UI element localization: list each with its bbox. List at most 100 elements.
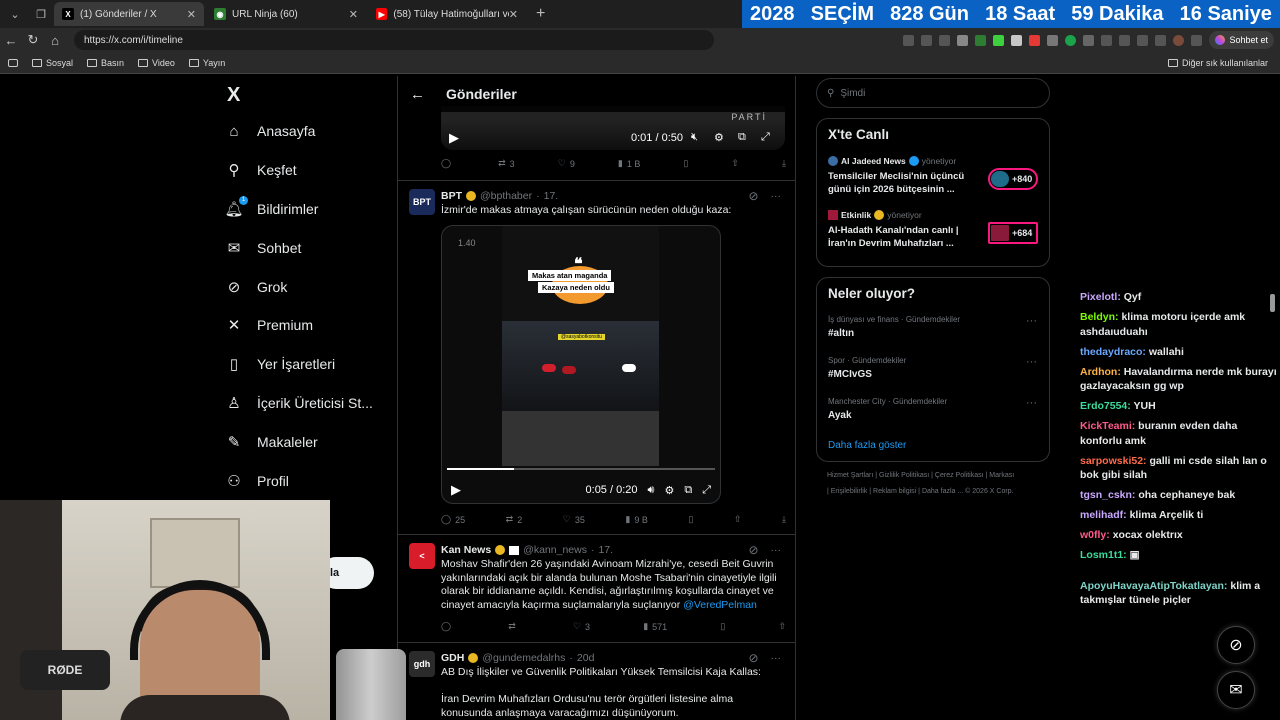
live-listener-pill[interactable]: +840 xyxy=(988,168,1038,190)
author-name[interactable]: GDH xyxy=(441,652,464,664)
author-name[interactable]: Kan News xyxy=(441,544,491,556)
nav-item-grok[interactable]: ⊘ Grok xyxy=(225,267,395,306)
footer-link[interactable]: Daha fazla ... xyxy=(922,488,963,495)
more-menu-icon[interactable] xyxy=(1155,34,1167,46)
trend-item[interactable]: İş dünyası ve finans · Gündemdekiler #alt… xyxy=(817,311,1049,352)
bookmark-folder-yayin[interactable]: Yayın xyxy=(188,58,225,68)
like-button[interactable]: ♡ 9 xyxy=(558,158,575,169)
fullscreen-icon[interactable]: ⤢ xyxy=(761,131,770,144)
extension-e-icon[interactable] xyxy=(1029,34,1041,46)
author-name[interactable]: BPT xyxy=(441,190,462,202)
post-bpt[interactable]: BPT BPT @bpthaber · 17. ⊘ ··· İzmir'de m… xyxy=(398,180,795,534)
nav-item-explore[interactable]: ⚲ Keşfet xyxy=(225,151,395,190)
nav-item-articles[interactable]: ✎ Makaleler xyxy=(225,422,395,461)
reader-icon[interactable] xyxy=(903,34,915,46)
avatar[interactable]: < xyxy=(409,543,435,569)
views-button[interactable]: ▮ 1 B xyxy=(618,158,640,169)
other-bookmarks[interactable]: Diğer sık kullanılanlar xyxy=(1167,58,1268,68)
nav-item-bookmarks[interactable]: ▯ Yer İşaretleri xyxy=(225,345,395,384)
post-time[interactable]: 17. xyxy=(598,544,613,556)
extension-a-icon[interactable] xyxy=(957,34,969,46)
back-icon[interactable]: ← xyxy=(0,33,22,48)
fullscreen-icon[interactable]: ⤢ xyxy=(702,484,711,497)
tab-actions-icon[interactable]: ❐ xyxy=(30,3,52,25)
tab-close-icon[interactable]: ✕ xyxy=(187,8,196,21)
more-options-icon[interactable]: ··· xyxy=(771,190,782,202)
settings-gear-icon[interactable]: ⚙ xyxy=(664,484,674,497)
reply-button[interactable]: ◯ 25 xyxy=(441,514,465,525)
extension-d-icon[interactable] xyxy=(1011,34,1023,46)
more-options-icon[interactable]: ··· xyxy=(1026,356,1037,368)
pip-icon[interactable]: ⧉ xyxy=(738,131,746,144)
author-handle[interactable]: @kann_news xyxy=(523,544,587,556)
nav-item-messages[interactable]: ✉ Sohbet xyxy=(225,228,395,267)
extensions-puzzle-icon[interactable] xyxy=(1083,34,1095,46)
share-button[interactable]: ⇧ xyxy=(731,158,739,169)
live-listener-pill[interactable]: +684 xyxy=(988,222,1038,244)
download-button[interactable]: ⤓ xyxy=(782,158,786,169)
nav-item-notifications[interactable]: 🔔︎ 1 Bildirimler xyxy=(224,190,395,229)
extension-f-icon[interactable] xyxy=(1047,34,1059,46)
avatar[interactable]: BPT xyxy=(409,189,435,215)
volume-icon[interactable]: 🔊︎ xyxy=(648,484,655,497)
favorite-star-icon[interactable] xyxy=(939,34,951,46)
mute-icon[interactable]: 🔇︎ xyxy=(691,131,698,144)
browser-tab-youtube[interactable]: ▶ (58) Tülay Hatimoğulları ve Tuncer... … xyxy=(368,2,526,26)
play-icon[interactable]: ▶ xyxy=(451,482,461,498)
new-tab-icon[interactable]: + xyxy=(536,5,545,23)
extension-g-icon[interactable] xyxy=(1065,34,1077,46)
nav-item-creator-studio[interactable]: ♙ İçerik Üreticisi St... xyxy=(225,384,395,423)
reply-button[interactable]: ◯ xyxy=(441,621,455,632)
play-icon[interactable]: ▶ xyxy=(449,130,459,146)
views-button[interactable]: ▮ 571 xyxy=(643,621,667,632)
pip-icon[interactable]: ⧉ xyxy=(684,484,692,497)
like-button[interactable]: ♡ 3 xyxy=(573,621,590,632)
collections-icon[interactable] xyxy=(1137,34,1149,46)
x-logo-icon[interactable]: X xyxy=(227,84,395,106)
page-scrollbar[interactable] xyxy=(1270,294,1275,312)
split-screen-icon[interactable] xyxy=(1101,34,1113,46)
repost-button[interactable]: ⇄ 3 xyxy=(498,158,515,169)
show-more-link[interactable]: Daha fazla göster xyxy=(817,434,1049,455)
back-arrow-icon[interactable]: ← xyxy=(410,86,432,103)
settings-gear-icon[interactable]: ⚙ xyxy=(714,131,724,144)
footer-link[interactable]: Erişilebilirlik xyxy=(831,488,868,495)
repost-button[interactable]: ⇄ xyxy=(508,621,520,632)
trend-item[interactable]: Manchester City · Gündemdekiler Ayak ··· xyxy=(817,393,1049,434)
post-video[interactable]: 1.40 ❝ Makas atan maganda Kazaya neden o… xyxy=(441,225,721,504)
extension-c-icon[interactable] xyxy=(993,34,1005,46)
more-options-icon[interactable]: ··· xyxy=(1026,397,1037,409)
bookmark-button[interactable]: ▯ xyxy=(720,621,725,632)
bookmark-button[interactable]: ▯ xyxy=(688,514,693,525)
footer-link[interactable]: Markası xyxy=(989,472,1014,479)
nav-item-home[interactable]: ⌂ Anasayfa xyxy=(225,112,395,151)
author-handle[interactable]: @gundemedalrhs xyxy=(482,652,565,664)
post-time[interactable]: 17. xyxy=(544,190,559,202)
browser-profile-avatar[interactable] xyxy=(1173,34,1185,46)
download-button[interactable]: ⤓ xyxy=(782,514,786,525)
grok-post-icon[interactable]: ⊘ xyxy=(748,543,758,557)
bookmark-button[interactable]: ▯ xyxy=(683,158,688,169)
sidebar-toggle-icon[interactable] xyxy=(8,58,18,67)
post-time[interactable]: 20d xyxy=(577,652,595,664)
overflow-icon[interactable] xyxy=(1191,34,1203,46)
nav-item-profile[interactable]: ⚇ Profil xyxy=(225,461,395,500)
share-button[interactable]: ⇧ xyxy=(778,621,786,632)
live-item[interactable]: Etkinlik yönetiyor Al-Hadath Kanalı'ndan … xyxy=(817,206,1049,260)
footer-link[interactable]: Hizmet Şartları xyxy=(827,472,873,479)
bookmark-folder-basin[interactable]: Basın xyxy=(87,58,124,68)
home-browser-icon[interactable]: ⌂ xyxy=(44,33,66,48)
reply-button[interactable]: ◯ xyxy=(441,158,455,169)
more-options-icon[interactable]: ··· xyxy=(771,544,782,556)
extension-b-icon[interactable] xyxy=(975,34,987,46)
reload-icon[interactable]: ↻ xyxy=(22,32,44,48)
post-gdh[interactable]: gdh GDH @gundemedalrhs · 20d ⊘ ··· AB Dı… xyxy=(398,642,795,720)
mention-link[interactable]: @VeredPelman xyxy=(683,599,757,611)
live-item[interactable]: Al Jadeed News yönetiyor Temsilciler Mecl… xyxy=(817,152,1049,206)
grok-post-icon[interactable]: ⊘ xyxy=(748,651,758,665)
views-button[interactable]: ▮ 9 B xyxy=(625,514,647,525)
tab-list-chevron-icon[interactable]: ⌄ xyxy=(4,3,26,25)
like-button[interactable]: ♡ 35 xyxy=(563,514,585,525)
bookmark-folder-video[interactable]: Video xyxy=(138,58,175,68)
grok-post-icon[interactable]: ⊘ xyxy=(748,189,758,203)
